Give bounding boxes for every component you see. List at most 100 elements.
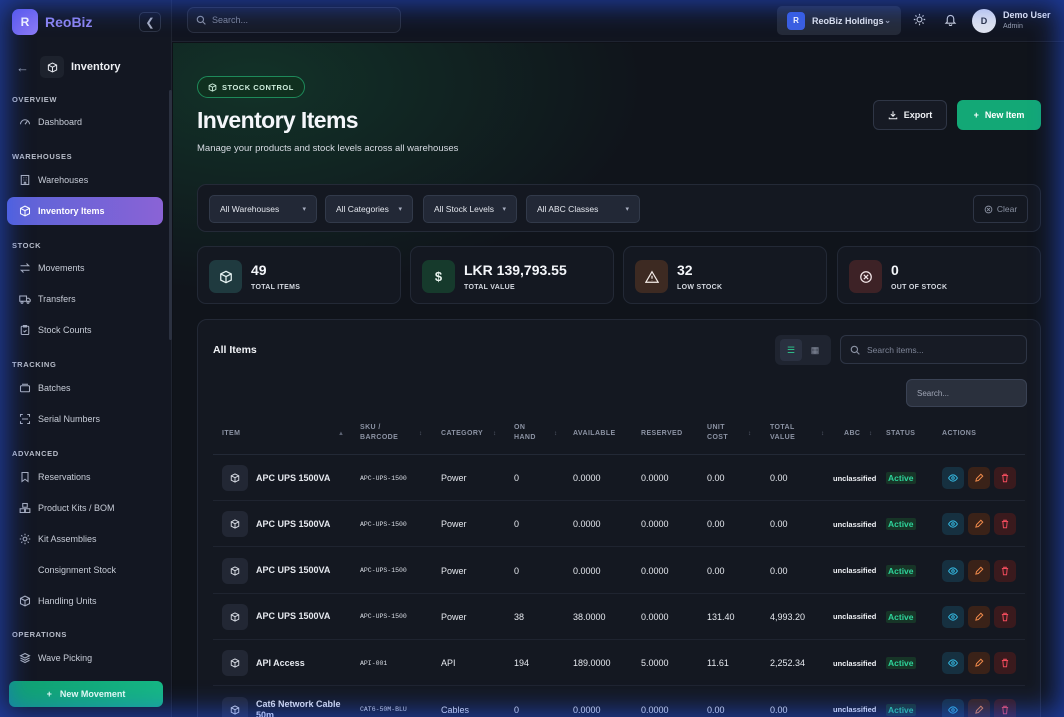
delete-button[interactable]	[994, 652, 1016, 675]
table-row[interactable]: APC UPS 1500VA APC-UPS-1500 Power 0 0.0000 0.…	[213, 548, 1025, 594]
sidebar-item-consignment-stock[interactable]: Consignment Stock	[7, 556, 163, 584]
col-header-item[interactable]: ITEM	[222, 429, 240, 439]
view-button[interactable]	[942, 513, 964, 536]
sort-icon[interactable]: ↕	[554, 429, 557, 439]
clear-filters-button[interactable]: Clear	[973, 195, 1028, 223]
boxes-icon	[18, 502, 32, 514]
sort-icon[interactable]: ↕	[869, 429, 872, 439]
sort-asc-icon[interactable]: ▲	[338, 429, 344, 439]
collapse-sidebar-button[interactable]: ❮	[139, 12, 161, 32]
view-button[interactable]	[942, 652, 964, 675]
col-header-category[interactable]: CATEGORY	[441, 429, 483, 439]
col-header-abc[interactable]: ABC	[844, 429, 860, 439]
table-row[interactable]: APC UPS 1500VA APC-UPS-1500 Power 0 0.0000 0.…	[213, 501, 1025, 548]
item-name-cell[interactable]: APC UPS 1500VA	[256, 594, 346, 640]
col-header-on-hand[interactable]: ON HAND	[514, 423, 542, 443]
sort-icon[interactable]: ↕	[493, 429, 496, 439]
sidebar-item-warehouses[interactable]: Warehouses	[7, 166, 163, 194]
items-search-placeholder: Search items...	[867, 344, 924, 355]
list-view-icon[interactable]: ☰	[780, 339, 802, 361]
clear-filters-label: Clear	[996, 204, 1018, 214]
edit-button[interactable]	[968, 513, 990, 536]
sidebar-item-transfers[interactable]: Transfers	[7, 285, 163, 313]
stat-value: 32	[677, 262, 693, 278]
sidebar-item-inventory-items[interactable]: Inventory Items	[7, 197, 163, 225]
trash-icon	[1000, 566, 1010, 576]
sidebar-item-label: Warehouses	[38, 175, 89, 185]
table-row[interactable]: Cat6 Network Cable 50m CAT6-50M-BLU Cables…	[213, 687, 1025, 717]
delete-button[interactable]	[994, 698, 1016, 717]
sidebar-item-serial-numbers[interactable]: Serial Numbers	[7, 405, 163, 433]
item-name-cell[interactable]: APC UPS 1500VA	[256, 501, 346, 547]
brand[interactable]: R ReoBiz	[12, 9, 92, 35]
export-button[interactable]: Export	[873, 100, 947, 130]
delete-button[interactable]	[994, 559, 1016, 582]
sidebar-item-handling-units[interactable]: Handling Units	[7, 587, 163, 615]
notifications-bell-icon[interactable]	[944, 13, 957, 31]
stock-level-filter-select[interactable]: All Stock Levels ▾	[423, 195, 517, 223]
items-search-input[interactable]: Search items...	[840, 335, 1027, 364]
pencil-icon	[974, 566, 984, 576]
abc-class-filter-select[interactable]: All ABC Classes ▾	[526, 195, 640, 223]
module-header: ← Inventory	[16, 56, 121, 78]
new-item-button[interactable]: + New Item	[957, 100, 1041, 130]
item-name-cell[interactable]: APC UPS 1500VA	[256, 455, 346, 501]
edit-button[interactable]	[968, 559, 990, 582]
table-row[interactable]: APC UPS 1500VA APC-UPS-1500 Power 0 0.0000 0.…	[213, 455, 1025, 501]
col-header-reserved[interactable]: RESERVED	[641, 429, 683, 439]
theme-toggle-sun-icon[interactable]	[913, 13, 926, 31]
edit-button[interactable]	[968, 698, 990, 717]
sort-icon[interactable]: ↕	[748, 429, 751, 439]
col-header-label: ACTIONS	[942, 430, 977, 437]
edit-button[interactable]	[968, 605, 990, 628]
sidebar-item-reservations[interactable]: Reservations	[7, 463, 163, 491]
sidebar-item-movements[interactable]: Movements	[7, 254, 163, 282]
col-header-status[interactable]: STATUS	[886, 429, 915, 439]
reserved-cell: 5.0000	[641, 640, 669, 686]
sidebar-item-kit-assemblies[interactable]: Kit Assemblies	[7, 525, 163, 553]
unit-cost-cell: 0.00	[707, 455, 725, 501]
new-movement-button[interactable]: + New Movement	[9, 681, 163, 707]
sort-icon[interactable]: ↕	[821, 429, 824, 439]
table-row[interactable]: API Access API-001 API 194 189.0000 5.0000 11.…	[213, 640, 1025, 687]
reserved-value: 0.0000	[641, 473, 669, 483]
sidebar-item-dashboard[interactable]: Dashboard	[7, 108, 163, 136]
global-search-input[interactable]: Search...	[187, 7, 401, 33]
edit-button[interactable]	[968, 467, 990, 489]
delete-button[interactable]	[994, 467, 1016, 489]
sidebar-scrollbar[interactable]	[169, 90, 172, 340]
warehouse-filter-select[interactable]: All Warehouses ▾	[209, 195, 317, 223]
edit-button[interactable]	[968, 652, 990, 675]
pencil-icon	[974, 519, 984, 529]
grid-view-icon[interactable]: ▦	[804, 339, 826, 361]
user-menu[interactable]: Demo User Admin	[1003, 10, 1051, 30]
section-overview: OVERVIEW	[12, 95, 58, 104]
col-header-unit-cost[interactable]: UNIT COST	[707, 423, 737, 443]
view-button[interactable]	[942, 698, 964, 717]
view-button[interactable]	[942, 605, 964, 628]
sidebar-item-product-kits[interactable]: Product Kits / BOM	[7, 494, 163, 522]
sidebar-item-wave-picking[interactable]: Wave Picking	[7, 644, 163, 672]
col-header-total-value[interactable]: TOTAL VALUE	[770, 423, 806, 443]
item-name-cell[interactable]: API Access	[256, 640, 346, 686]
column-search-input[interactable]: Search...	[906, 379, 1027, 407]
sidebar-item-stock-counts[interactable]: Stock Counts	[7, 316, 163, 344]
delete-button[interactable]	[994, 513, 1016, 536]
table-row[interactable]: APC UPS 1500VA APC-UPS-1500 Power 38 38.0000…	[213, 594, 1025, 640]
user-avatar[interactable]: D	[972, 9, 996, 33]
view-button[interactable]	[942, 559, 964, 582]
item-name-cell[interactable]: Cat6 Network Cable 50m	[256, 687, 346, 717]
item-name-cell[interactable]: APC UPS 1500VA	[256, 548, 346, 594]
col-header-label: ABC	[844, 430, 861, 437]
org-switcher[interactable]: R ReoBiz Holdings ⌄	[777, 6, 901, 35]
delete-button[interactable]	[994, 605, 1016, 628]
category-value: Power	[441, 519, 467, 530]
sort-icon[interactable]: ↕	[419, 429, 422, 439]
col-header-available[interactable]: AVAILABLE	[573, 429, 616, 439]
view-button[interactable]	[942, 467, 964, 489]
col-header-sku[interactable]: SKU / BARCODE	[360, 423, 400, 443]
category-filter-select[interactable]: All Categories ▾	[325, 195, 413, 223]
app-window: R ReoBiz ❮ ← Inventory OVERVIEW Dashboar…	[0, 0, 1064, 717]
back-arrow-icon[interactable]: ←	[16, 60, 30, 75]
sidebar-item-batches[interactable]: Batches	[7, 374, 163, 402]
